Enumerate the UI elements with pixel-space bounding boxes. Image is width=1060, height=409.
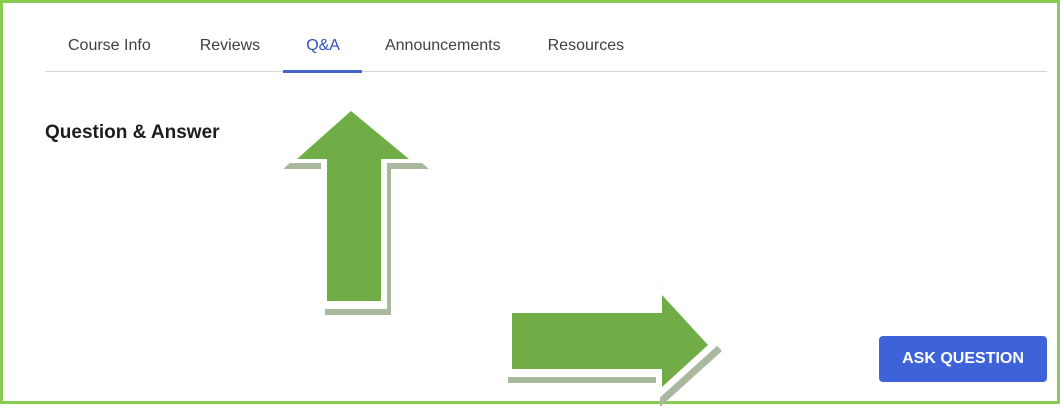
screenshot-frame: Course Info Reviews Q&A Announcements Re… <box>0 0 1060 407</box>
right-arrow-icon <box>504 281 722 407</box>
tab-resources[interactable]: Resources <box>548 29 624 62</box>
ask-question-button[interactable]: ASK QUESTION <box>879 336 1047 382</box>
page-title: Question & Answer <box>45 122 220 143</box>
tab-reviews[interactable]: Reviews <box>200 29 260 62</box>
tab-qa[interactable]: Q&A <box>283 29 362 73</box>
tab-course-info[interactable]: Course Info <box>68 29 151 62</box>
course-tabs: Course Info Reviews Q&A Announcements Re… <box>45 29 1047 73</box>
up-arrow-icon <box>283 101 429 315</box>
tab-announcements[interactable]: Announcements <box>385 29 501 62</box>
